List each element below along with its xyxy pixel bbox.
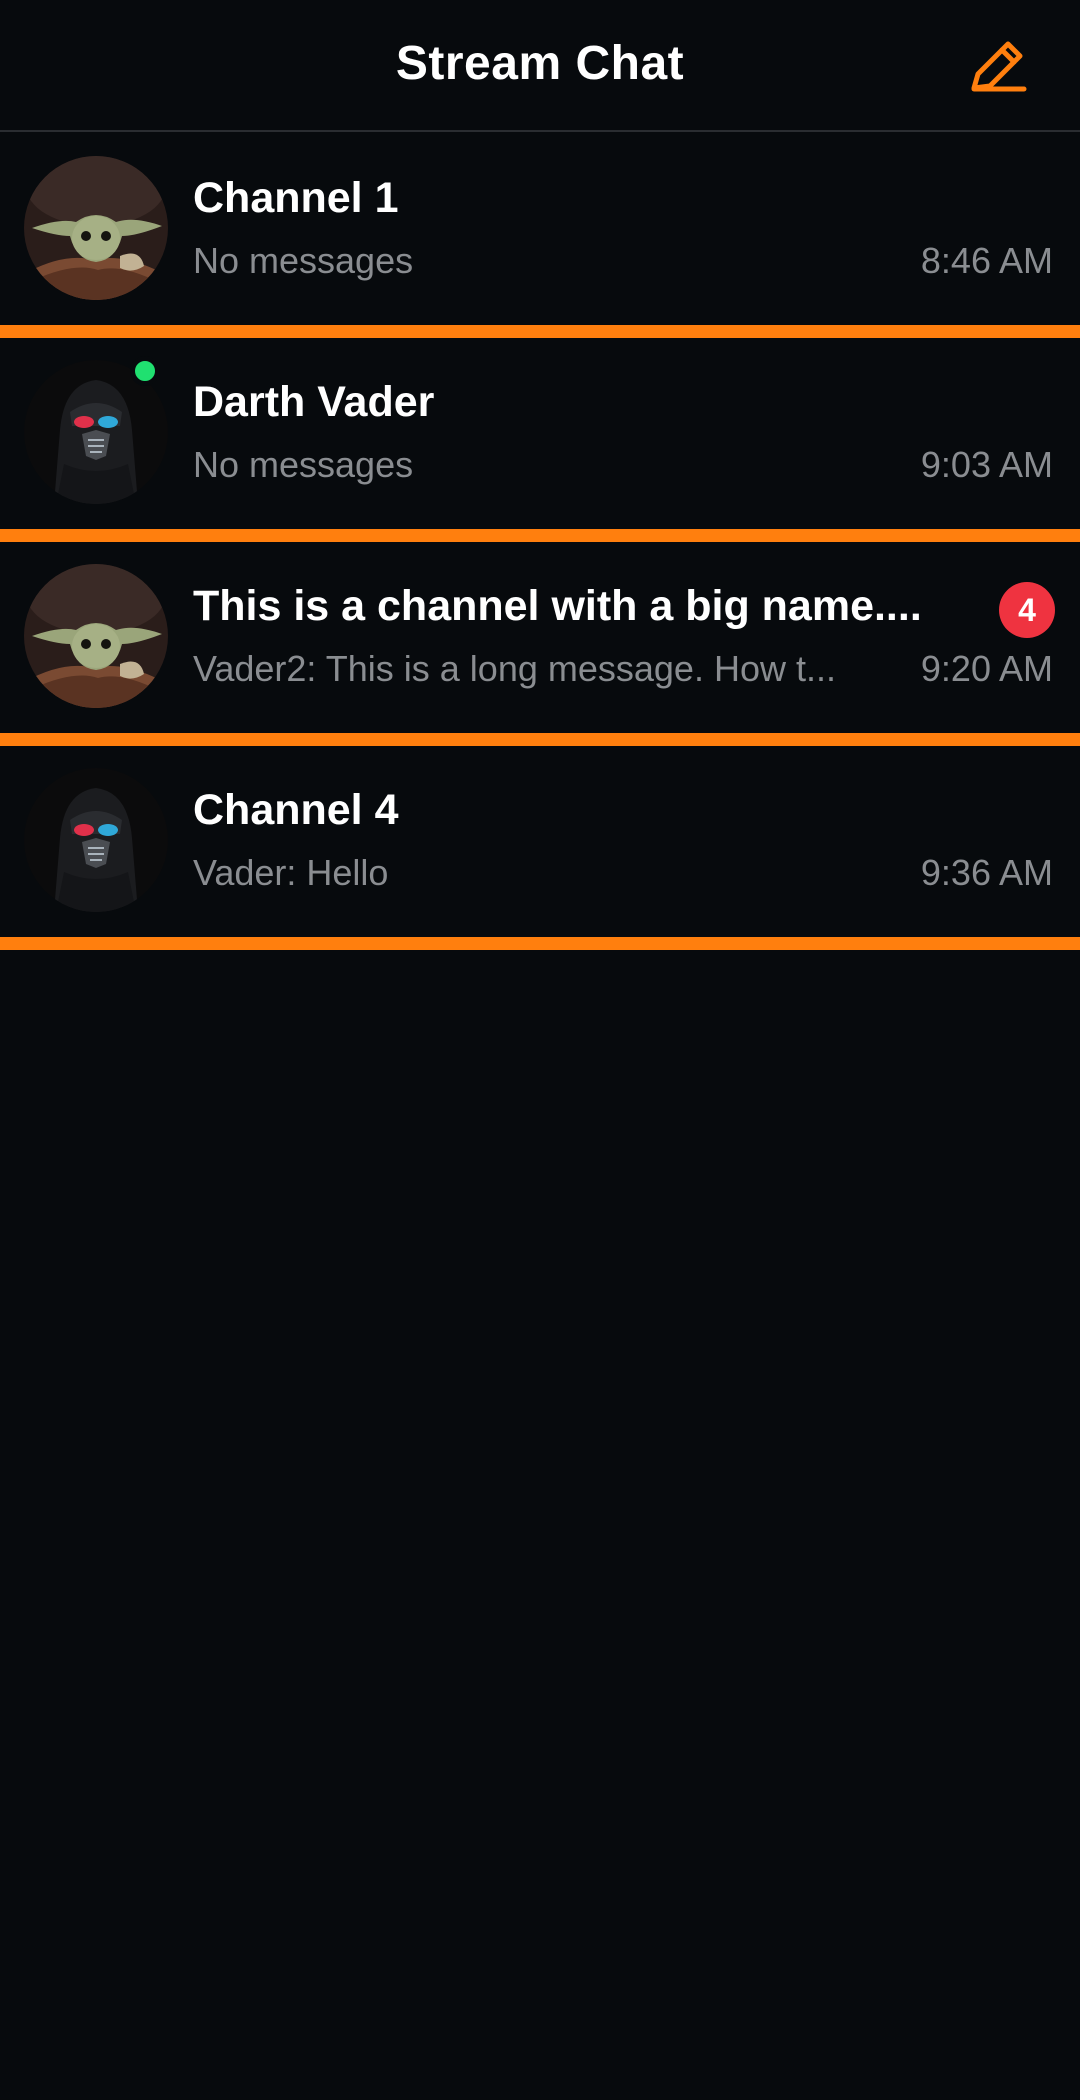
channel-row[interactable]: Channel 4 Vader: Hello 9:36 AM	[0, 746, 1080, 950]
channel-title: Darth Vader	[193, 378, 435, 426]
compose-button[interactable]	[968, 36, 1028, 96]
online-indicator	[130, 356, 160, 386]
message-time: 9:03 AM	[920, 444, 1053, 485]
unread-count-badge: 4	[999, 582, 1055, 638]
last-message-preview: Vader: Hello	[193, 852, 389, 893]
navigation-bar: Stream Chat	[0, 0, 1080, 132]
channel-row[interactable]: Darth Vader No messages 9:03 AM	[0, 338, 1080, 542]
channel-title: Channel 1	[193, 174, 399, 222]
channel-title: This is a channel with a big name....	[193, 582, 922, 630]
channel-list: Channel 1 No messages 8:46 AM Darth Vade…	[0, 134, 1080, 950]
message-time: 8:46 AM	[920, 240, 1053, 281]
message-time: 9:20 AM	[920, 648, 1053, 689]
last-message-preview: No messages	[193, 240, 414, 281]
darth-vader-avatar	[24, 768, 168, 912]
channel-row[interactable]: Channel 1 No messages 8:46 AM	[0, 134, 1080, 338]
page-title: Stream Chat	[395, 37, 685, 90]
baby-yoda-avatar	[24, 564, 168, 708]
channel-row[interactable]: This is a channel with a big name.... 4 …	[0, 542, 1080, 746]
pencil-icon	[971, 41, 1027, 92]
message-time: 9:36 AM	[920, 852, 1053, 893]
channel-title: Channel 4	[193, 786, 399, 834]
last-message-preview: No messages	[193, 444, 414, 485]
last-message-preview: Vader2: This is a long message. How t...	[193, 648, 836, 689]
baby-yoda-avatar	[24, 156, 168, 300]
